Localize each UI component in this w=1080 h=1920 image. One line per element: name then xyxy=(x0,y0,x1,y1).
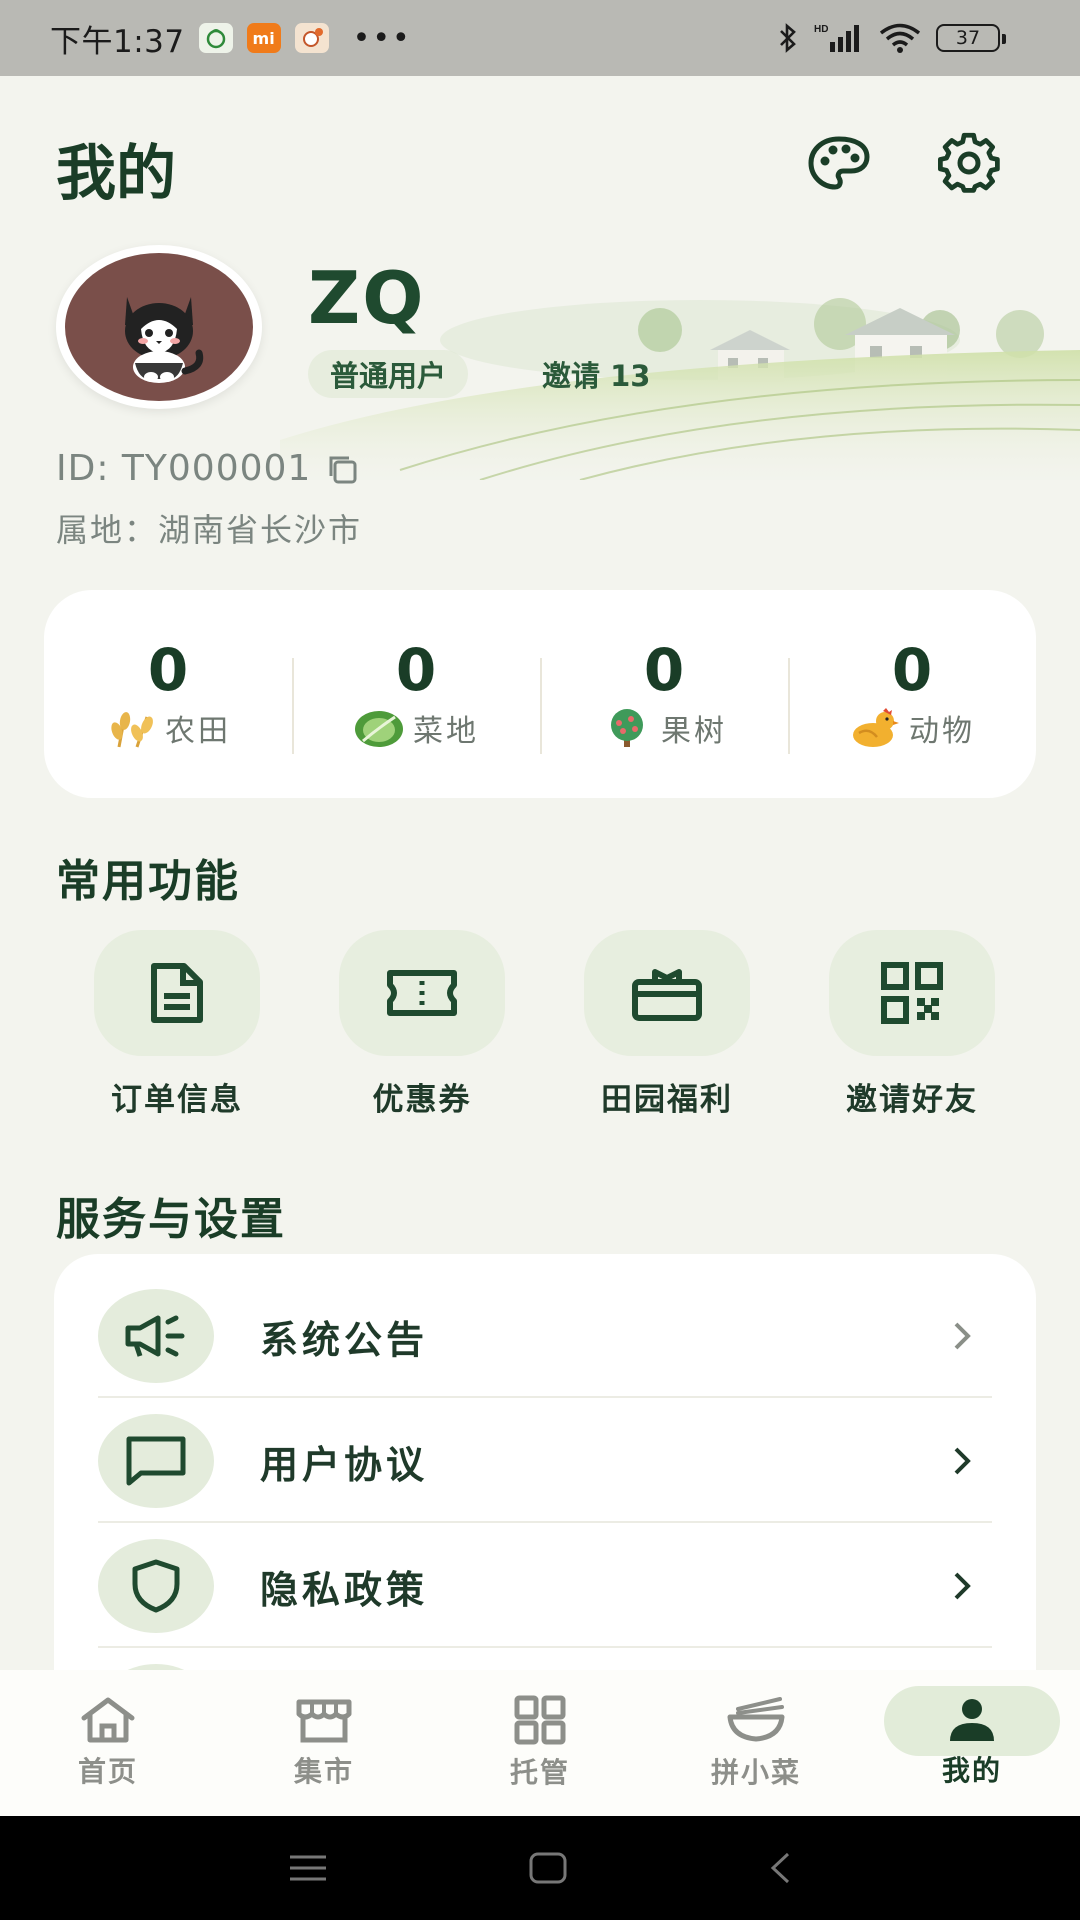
cabbage-icon xyxy=(355,711,403,747)
chat-bubble-icon xyxy=(126,1436,186,1486)
user-id-row: ID: TY000001 xyxy=(56,448,359,489)
avatar[interactable] xyxy=(56,245,262,409)
status-time: 下午1:37 xyxy=(50,23,185,60)
user-id-text: ID: TY000001 xyxy=(56,448,312,489)
page-title: 我的 xyxy=(56,139,176,209)
app-notification-icon xyxy=(198,23,233,53)
setting-label: 用户协议 xyxy=(260,1442,429,1487)
nav-group-vegetables[interactable]: 拼小菜 xyxy=(648,1670,864,1816)
settings-gear-icon[interactable] xyxy=(936,130,1002,196)
wifi-icon xyxy=(879,23,921,53)
setting-icon-bg xyxy=(98,1289,214,1383)
system-navigation-bar xyxy=(0,1816,1080,1920)
setting-system-announcements[interactable]: 系统公告 xyxy=(98,1274,992,1398)
chevron-right-icon xyxy=(954,1322,971,1350)
qr-code-icon xyxy=(881,962,943,1024)
setting-icon-bg xyxy=(98,1414,214,1508)
chevron-right-icon xyxy=(954,1447,971,1475)
bottom-navigation: 首页 集市 托管 拼小菜 我的 xyxy=(0,1670,1080,1816)
nav-label: 拼小菜 xyxy=(710,1756,801,1789)
nav-hosting[interactable]: 托管 xyxy=(432,1670,648,1816)
stat-label: 农田 xyxy=(165,714,231,749)
invite-count-badge[interactable]: 邀请 13 xyxy=(520,350,672,398)
person-icon xyxy=(950,1699,994,1741)
stat-label: 动物 xyxy=(909,714,975,749)
back-icon[interactable] xyxy=(768,1851,792,1885)
setting-icon-bg xyxy=(98,1539,214,1633)
feature-tile xyxy=(829,930,995,1056)
palette-icon[interactable] xyxy=(806,130,872,196)
feature-tile xyxy=(584,930,750,1056)
setting-label: 隐私政策 xyxy=(260,1567,429,1612)
feature-coupons[interactable]: 优惠券 xyxy=(312,930,532,1119)
feature-label: 优惠券 xyxy=(372,1082,472,1118)
ticket-icon xyxy=(387,970,457,1016)
nav-label: 托管 xyxy=(509,1756,570,1789)
feature-label: 邀请好友 xyxy=(846,1082,978,1118)
feature-label: 订单信息 xyxy=(111,1082,243,1118)
svg-text:HD: HD xyxy=(814,24,828,35)
chicken-icon xyxy=(853,708,899,747)
nav-market[interactable]: 集市 xyxy=(216,1670,432,1816)
stat-fruit-tree[interactable]: 0 果树 xyxy=(540,636,788,754)
nav-label: 首页 xyxy=(77,1755,138,1788)
stat-value: 0 xyxy=(891,636,933,704)
store-icon xyxy=(296,1699,352,1743)
feature-tile xyxy=(94,930,260,1056)
fruit-tree-icon xyxy=(611,709,643,747)
stat-farmland[interactable]: 0 农田 xyxy=(44,638,292,750)
feature-farm-benefits[interactable]: 田园福利 xyxy=(557,930,777,1119)
avatar-image xyxy=(65,253,253,401)
copy-icon[interactable] xyxy=(325,452,359,486)
stat-value: 0 xyxy=(147,636,189,704)
megaphone-icon xyxy=(125,1315,185,1357)
location-text: 属地：湖南省长沙市 xyxy=(56,511,363,549)
document-icon xyxy=(151,963,203,1023)
services-settings-title: 服务与设置 xyxy=(56,1194,286,1245)
feature-tile xyxy=(339,930,505,1056)
user-type-badge: 普通用户 xyxy=(308,350,469,398)
stat-value: 0 xyxy=(643,636,685,704)
stat-label: 果树 xyxy=(661,714,727,749)
username: ZQ xyxy=(308,256,426,340)
nav-mine[interactable]: 我的 xyxy=(864,1670,1080,1816)
stat-value: 0 xyxy=(395,636,437,704)
feature-label: 田园福利 xyxy=(601,1082,733,1118)
bowl-icon xyxy=(727,1697,785,1742)
stat-animal[interactable]: 0 动物 xyxy=(788,636,1036,754)
setting-privacy-policy[interactable]: 隐私政策 xyxy=(98,1524,992,1648)
setting-user-agreement[interactable]: 用户协议 xyxy=(98,1399,992,1523)
home-button-icon[interactable] xyxy=(528,1851,568,1885)
assets-stats-card: 0 农田 0 菜地 0 果树 0 动物 xyxy=(44,590,1036,798)
settings-list: 系统公告 用户协议 隐私政策 xyxy=(54,1254,1036,1674)
grid-icon xyxy=(514,1695,566,1745)
status-right: HD 37 xyxy=(776,22,1006,54)
menu-icon[interactable] xyxy=(288,1853,328,1883)
home-icon xyxy=(81,1697,135,1743)
shield-icon xyxy=(132,1559,180,1613)
wheat-icon xyxy=(111,712,153,748)
nav-home[interactable]: 首页 xyxy=(0,1670,216,1816)
status-bar: 下午1:37 mi ••• HD 37 xyxy=(0,0,1080,76)
gift-box-icon xyxy=(632,969,702,1021)
pet-app-icon xyxy=(294,23,329,53)
signal-icon: HD xyxy=(814,24,859,52)
feature-order-info[interactable]: 订单信息 xyxy=(67,930,287,1119)
mi-app-icon: mi xyxy=(246,23,281,53)
battery-icon: 37 xyxy=(936,24,1006,52)
cat-avatar-icon xyxy=(125,297,204,383)
chevron-right-icon xyxy=(954,1572,971,1600)
feature-invite-friends[interactable]: 邀请好友 xyxy=(802,930,1022,1119)
stat-label: 菜地 xyxy=(413,714,479,749)
more-notifications-icon: ••• xyxy=(352,20,412,56)
setting-label: 系统公告 xyxy=(260,1317,429,1362)
bluetooth-icon xyxy=(780,23,796,53)
common-functions-title: 常用功能 xyxy=(56,856,240,907)
stat-vegetable-plot[interactable]: 0 菜地 xyxy=(292,636,540,754)
nav-label: 集市 xyxy=(293,1755,354,1788)
